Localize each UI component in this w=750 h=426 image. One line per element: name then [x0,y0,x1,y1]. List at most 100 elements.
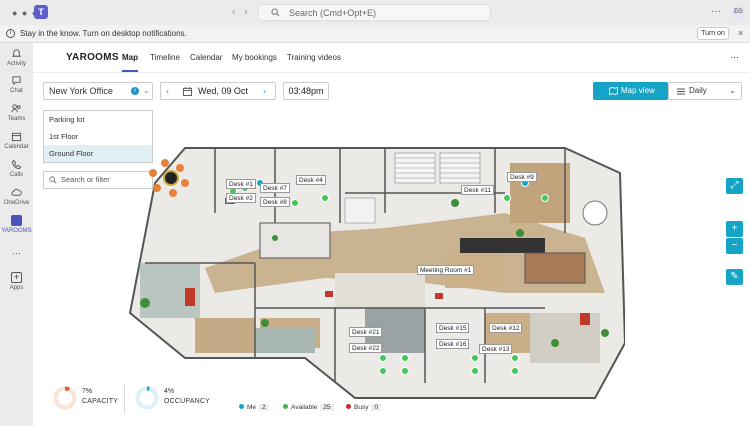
tab-training-videos[interactable]: Training videos [287,53,341,62]
rail-item-apps[interactable]: Apps [0,285,33,291]
rail-item-activity[interactable]: Activity [0,48,33,67]
rail-item-calls[interactable]: Calls [0,159,33,178]
rail-more-icon[interactable]: ··· [0,248,33,258]
desk-label-22[interactable]: Desk #22 [349,343,383,353]
rail-label: Calendar [4,144,29,150]
rail-item-onedrive[interactable]: OneDrive [0,187,33,206]
room-floor [259,222,331,259]
desk-label-13[interactable]: Desk #13 [479,344,513,354]
tab-calendar[interactable]: Calendar [190,53,222,62]
date-picker[interactable]: ‹ Wed, 09 Oct › [160,82,276,100]
room-floor [255,328,315,353]
edit-button[interactable]: ✎ [726,269,743,285]
add-app-icon[interactable]: + [11,272,22,283]
desk-label-4[interactable]: Desk #4 [296,175,326,185]
desk-label-12[interactable]: Desk #12 [489,323,523,333]
desk-available-marker[interactable] [401,354,409,362]
info-icon: i [6,29,15,38]
legend-me: Me 2 [239,404,269,411]
floor-item-parking-lot[interactable]: Parking lot [44,111,152,128]
teams-logo-icon: T [34,5,48,19]
desk-available-marker[interactable] [511,354,519,362]
rail-item-chat[interactable]: Chat [0,75,33,94]
meeting-table [460,238,545,253]
capacity-ring [53,386,77,410]
map-view-button[interactable]: Map view [593,82,668,100]
desk-available-marker[interactable] [471,354,479,362]
desk-available-marker[interactable] [541,194,549,202]
rail-item-yarooms[interactable]: YAROOMS [0,215,33,234]
forward-arrow-icon[interactable]: › [244,6,248,18]
tab-timeline[interactable]: Timeline [150,53,180,62]
occupancy-ring [135,386,159,410]
legend-label: Busy [354,404,369,411]
search-icon [271,8,280,17]
fullscreen-button[interactable]: ⤢ [726,178,743,194]
desk-available-marker[interactable] [511,367,519,375]
teams-search-input[interactable]: Search (Cmd+Opt+E) [258,4,491,21]
floor-plan-map[interactable] [125,143,625,403]
rail-item-calendar[interactable]: Calendar [0,131,33,150]
conference-table [524,252,586,284]
app-brand: YAROOMS [66,52,119,63]
desk-label-16[interactable]: Desk #16 [436,339,470,349]
desk-available-marker[interactable] [401,367,409,375]
turn-on-button[interactable]: Turn on [697,27,729,40]
back-arrow-icon[interactable]: ‹ [232,6,236,18]
tab-my-bookings[interactable]: My bookings [232,53,277,62]
desk-available-marker[interactable] [503,194,511,202]
zoom-out-button[interactable]: − [726,238,743,254]
legend-label: Me [247,404,257,411]
desk-available-marker[interactable] [321,194,329,202]
office-select[interactable]: New York Office i ⌄ [43,82,153,100]
desk-available-marker[interactable] [291,199,299,207]
close-icon[interactable]: × [738,28,743,38]
teams-title-bar: ● ● ● T ‹ › Search (Cmd+Opt+E) ··· EG [0,0,750,25]
legend-available: Available 25 [283,404,334,411]
desk-label-8[interactable]: Desk #8 [260,197,290,207]
meeting-room-label-1[interactable]: Meeting Room #1 [417,265,475,275]
selected-date: Wed, 09 Oct [198,86,248,96]
legend-count: 0 [371,404,382,411]
round-table [582,200,608,226]
more-options-icon[interactable]: ··· [711,6,721,17]
chevron-down-icon: ⌄ [143,86,150,95]
map-icon [609,87,618,95]
divider [124,384,125,414]
legend-count: 25 [320,404,334,411]
previous-day-button[interactable]: ‹ [166,83,169,99]
desk-label-2[interactable]: Desk #2 [226,193,256,203]
teams-icon [11,104,21,113]
desk-label-21[interactable]: Desk #21 [349,327,383,337]
avatar[interactable]: EG [731,5,746,20]
desk-label-9[interactable]: Desk #9 [507,172,537,182]
list-icon [677,88,685,95]
info-icon[interactable]: i [131,87,139,95]
desk-available-marker[interactable] [379,354,387,362]
map-view-label: Map view [621,86,655,95]
filter-placeholder: Search or filter [61,175,110,184]
rail-label: Teams [7,116,26,122]
rail-item-teams[interactable]: Teams [0,103,33,122]
zoom-in-button[interactable]: + [726,221,743,237]
available-dot-icon [283,404,288,409]
desk-label-7[interactable]: Desk #7 [260,183,290,193]
desk-label-15[interactable]: Desk #15 [436,323,470,333]
legend-count: 2 [259,404,269,411]
period-label: Daily [689,86,707,95]
next-day-button[interactable]: › [263,83,266,99]
desk-available-marker[interactable] [471,367,479,375]
capacity-value: 7% [82,388,93,395]
desk-label-11[interactable]: Desk #11 [461,185,494,195]
active-tab-indicator [122,70,138,72]
rail-label: Chat [10,88,23,94]
desk-available-marker[interactable] [379,367,387,375]
bell-icon [11,49,22,57]
tab-map[interactable]: Map [122,53,138,62]
desk-label-1[interactable]: Desk #1 [226,179,256,189]
period-select[interactable]: Daily ⌄ [668,82,742,100]
time-picker[interactable]: 03:48pm [283,82,329,100]
room-floor [195,318,255,353]
round-table [163,170,179,186]
more-options-icon[interactable]: ··· [730,52,739,62]
